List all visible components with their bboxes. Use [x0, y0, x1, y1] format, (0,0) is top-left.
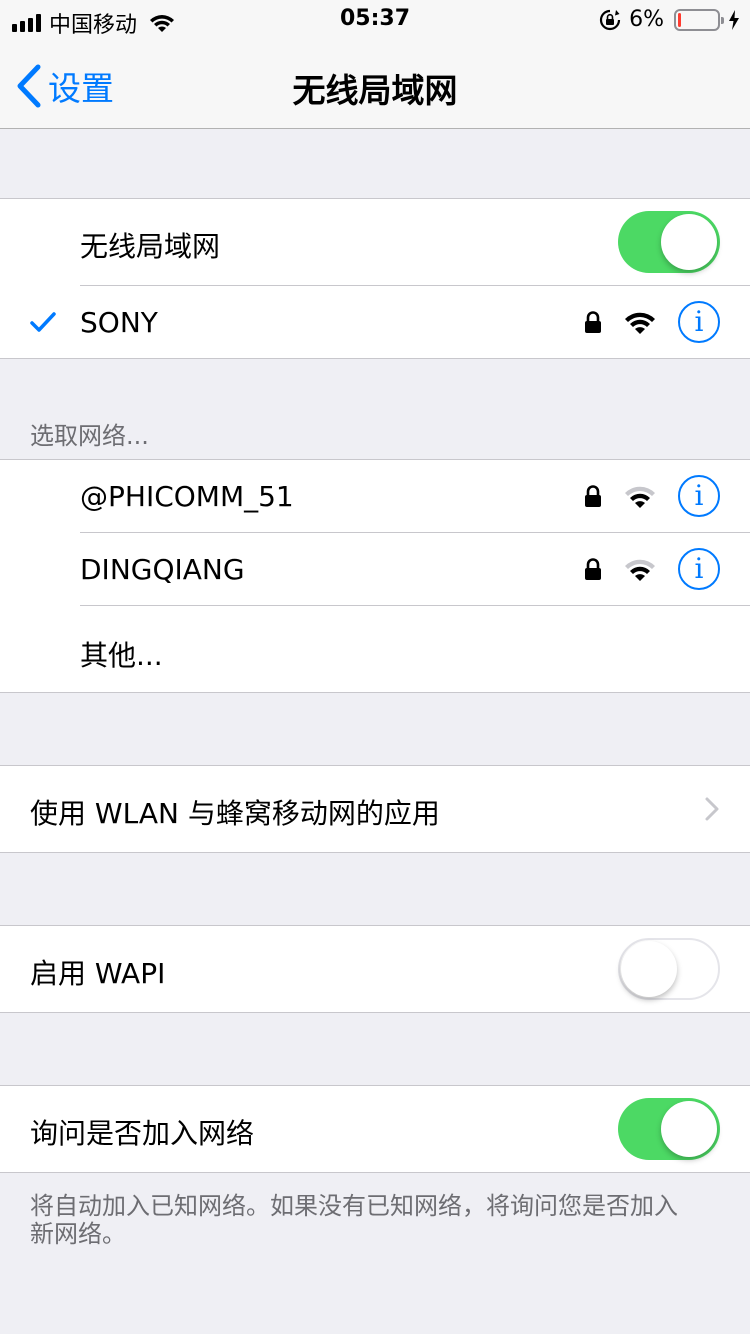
battery-level-fill	[678, 12, 681, 27]
lock-icon	[585, 311, 601, 333]
wifi-toggle-row: 无线局域网	[0, 199, 750, 286]
other-network-row[interactable]: 其他...	[0, 606, 750, 692]
lock-icon	[585, 558, 601, 580]
ask-join-footer-line-1: 将自动加入已知网络。如果没有已知网络，将询问您是否加入	[30, 1192, 678, 1220]
other-network-label: 其他...	[80, 639, 163, 672]
page-title: 无线局域网	[292, 71, 458, 110]
wapi-toggle[interactable]	[618, 938, 720, 1000]
ask-join-row: 询问是否加入网络	[0, 1086, 750, 1172]
network-info-button[interactable]: i	[678, 301, 720, 343]
checkmark-icon	[30, 312, 56, 332]
wifi-toggle-label: 无线局域网	[80, 230, 221, 263]
wifi-signal-medium-icon	[625, 559, 655, 581]
network-info-button[interactable]: i	[678, 475, 720, 517]
toggle-knob	[621, 941, 677, 997]
toggle-knob	[661, 1101, 717, 1157]
network-list-header: 选取网络...	[30, 422, 149, 450]
charging-bolt-icon	[729, 9, 739, 30]
network-list-group: @PHICOMM_51 i DINGQIANG i 其他...	[0, 459, 750, 693]
ask-join-label: 询问是否加入网络	[30, 1117, 255, 1150]
wapi-label: 启用 WAPI	[30, 957, 166, 990]
ask-join-toggle[interactable]	[618, 1098, 720, 1160]
wifi-settings-screen: 中国移动 05:37 6% 设置 无线局域网 无线局域网 SONY i 选取网络…	[0, 0, 750, 1334]
wifi-signal-full-icon	[625, 312, 655, 334]
chevron-right-icon	[705, 797, 719, 821]
wifi-group: 无线局域网 SONY i	[0, 198, 750, 359]
apps-group: 使用 WLAN 与蜂窝移动网的应用	[0, 765, 750, 853]
navigation-bar: 设置 无线局域网	[0, 40, 750, 129]
network-row[interactable]: DINGQIANG i	[0, 533, 750, 606]
status-right: 6%	[599, 7, 740, 32]
network-name: @PHICOMM_51	[80, 480, 294, 513]
battery-icon	[674, 8, 724, 31]
lock-icon	[585, 485, 601, 507]
network-info-button[interactable]: i	[678, 548, 720, 590]
wifi-toggle[interactable]	[618, 211, 720, 273]
network-row[interactable]: @PHICOMM_51 i	[0, 460, 750, 533]
toggle-knob	[661, 214, 717, 270]
connected-network-row[interactable]: SONY i	[0, 286, 750, 358]
connected-network-name: SONY	[80, 306, 158, 339]
rotation-lock-icon	[600, 9, 621, 30]
wapi-group: 启用 WAPI	[0, 925, 750, 1013]
battery-percent: 6%	[629, 7, 664, 32]
wifi-signal-medium-icon	[625, 486, 655, 508]
wlan-apps-row[interactable]: 使用 WLAN 与蜂窝移动网的应用	[0, 766, 750, 852]
status-bar: 中国移动 05:37 6%	[0, 0, 750, 40]
wlan-apps-label: 使用 WLAN 与蜂窝移动网的应用	[30, 797, 440, 830]
wapi-row: 启用 WAPI	[0, 926, 750, 1012]
network-name: DINGQIANG	[80, 553, 245, 586]
ask-join-group: 询问是否加入网络	[0, 1085, 750, 1173]
ask-join-footer-line-2: 新网络。	[30, 1220, 126, 1248]
